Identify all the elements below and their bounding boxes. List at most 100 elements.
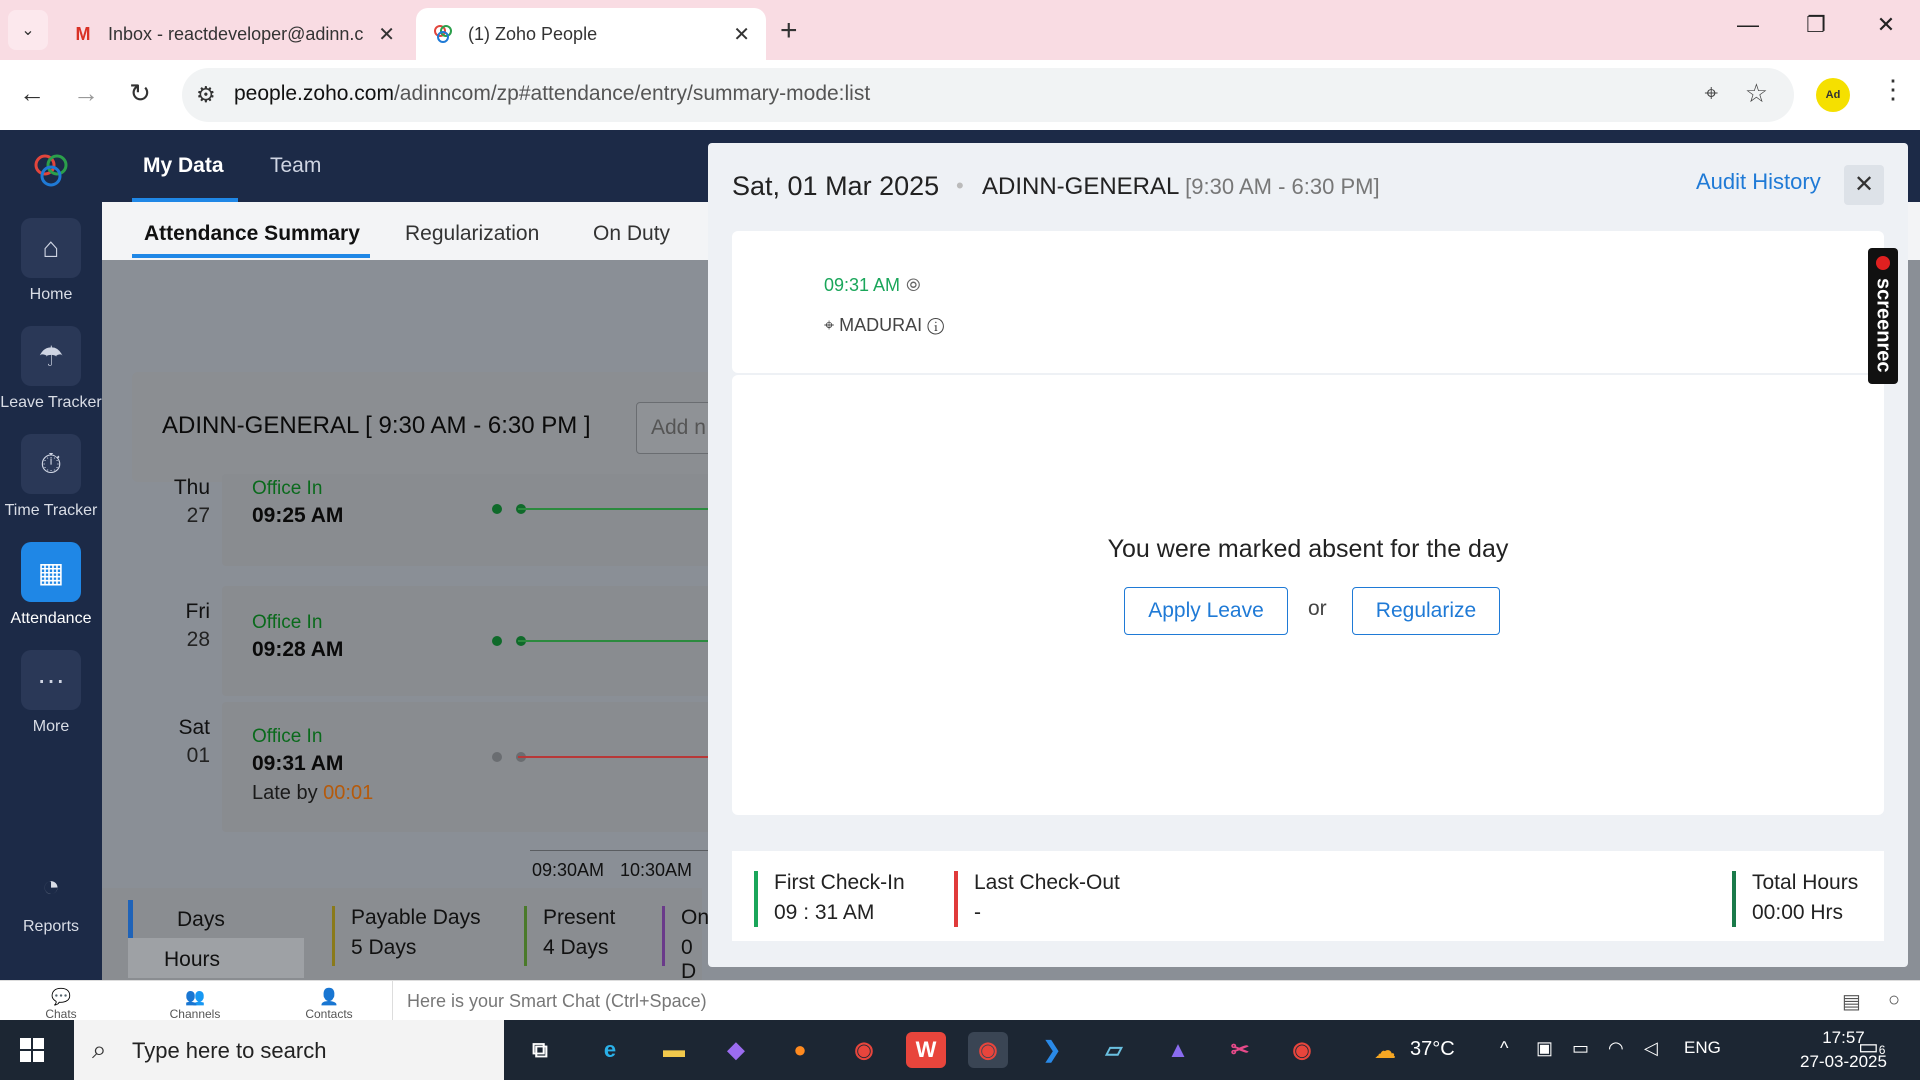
stopwatch-icon: ⏱ [21,434,81,494]
summary-value: 09 : 31 AM [774,901,875,924]
bookmark-star-icon[interactable]: ☆ [1745,78,1768,109]
status-label: Office In [252,478,323,499]
chrome-profile-icon[interactable]: ◉ [1282,1032,1322,1068]
summary-label: Total Hours [1752,871,1859,894]
nav-attendance[interactable]: ▦ Attendance [0,542,102,628]
chat-bubble-icon: 💬 [51,989,71,1006]
windows-start-icon[interactable] [20,1038,44,1062]
nav-home[interactable]: ⌂ Home [0,218,102,304]
forward-icon[interactable]: → [68,78,104,109]
minimize-icon[interactable]: — [1728,12,1768,38]
tab-gmail[interactable]: M Inbox - reactdeveloper@adinn.c ✕ [56,8,411,60]
vscode-icon[interactable]: ❯ [1032,1032,1072,1068]
restore-icon[interactable]: ❐ [1796,12,1836,38]
edge-icon[interactable]: e [590,1032,630,1068]
tab-title: (1) Zoho People [468,23,598,44]
zoho-logo-icon[interactable] [30,150,72,192]
smart-chat-input[interactable]: Here is your Smart Chat (Ctrl+Space) [392,981,1832,1021]
regularize-button[interactable]: Regularize [1352,587,1500,635]
location-icon[interactable]: ⌖ [1704,80,1718,108]
info-icon[interactable]: ⓘ [927,315,944,335]
screenrec-widget[interactable]: screenrec [1868,248,1898,384]
tab-my-data[interactable]: My Data [143,154,224,178]
chat-list-icon[interactable]: ▤ [1842,989,1861,1014]
wifi-icon[interactable]: ◠ [1608,1038,1624,1059]
close-window-icon[interactable]: ✕ [1866,12,1906,38]
contacts-button[interactable]: 👤 Contacts [274,987,384,1021]
audit-history-link[interactable]: Audit History [1696,169,1821,195]
language-indicator[interactable]: ENG [1684,1038,1721,1058]
location-pin-icon: ⌖ [824,315,835,335]
summary-label: Last Check-Out [974,871,1120,894]
profile-avatar[interactable]: Ad [1816,78,1850,112]
subtab-attendance-summary[interactable]: Attendance Summary [144,222,360,246]
taskbar-search[interactable]: ⌕ Type here to search [74,1020,504,1080]
notepad-icon[interactable]: ▱ [1094,1032,1134,1068]
search-icon: ⌕ [92,1034,107,1064]
nav-leave-tracker[interactable]: ☂ Leave Tracker [0,326,102,412]
address-bar[interactable]: ⚙ people.zoho.com/adinncom/zp#attendance… [182,68,1794,122]
day-card[interactable]: Office In 09:25 AM [222,474,722,566]
wps-icon[interactable]: W [906,1032,946,1068]
nav-time-tracker[interactable]: ⏱ Time Tracker [0,434,102,520]
subtab-on-duty[interactable]: On Duty [593,222,670,246]
absence-card: You were marked absent for the day Apply… [732,375,1884,815]
weather-temp[interactable]: 37°C [1410,1038,1455,1061]
notification-center-icon[interactable]: ▭6 [1858,1034,1885,1060]
panel-summary: First Check-In 09 : 31 AM Last Check-Out… [732,851,1884,941]
chrome-active-icon[interactable]: ◉ [968,1032,1008,1068]
stat-value: 0 D [681,936,697,983]
photos-icon[interactable]: ▲ [1158,1032,1198,1068]
day-card[interactable]: Office In 09:28 AM [222,586,722,696]
meet-icon[interactable]: ▣ [1536,1038,1553,1059]
subtab-regularization[interactable]: Regularization [405,222,539,246]
zoho-icon [432,23,454,45]
day-name: Fri [185,600,211,623]
days-toggle[interactable]: Days [128,900,304,938]
nav-label: Home [29,286,73,303]
chrome-icon[interactable]: ◉ [844,1032,884,1068]
stat-value: 4 Days [543,936,609,959]
close-panel-button[interactable]: ✕ [1844,165,1884,205]
reload-icon[interactable]: ↻ [122,78,158,109]
firefox-icon[interactable]: ● [780,1032,820,1068]
snipping-tool-icon[interactable]: ✂ [1220,1032,1260,1068]
close-tab-icon[interactable]: ✕ [378,22,395,47]
task-view-icon[interactable]: ⧉ [520,1032,560,1068]
summary-value: - [974,901,981,924]
or-text: or [1308,597,1327,620]
search-icon[interactable]: ○ [1888,989,1900,1012]
hours-toggle[interactable]: Hours [128,938,304,978]
battery-icon[interactable]: ▭ [1572,1038,1589,1059]
timeline-dot [492,752,502,762]
day-card[interactable]: Office In 09:31 AM Late by 00:01 [222,702,722,832]
chats-button[interactable]: 💬 Chats [6,987,116,1021]
timeline-dot [492,636,502,646]
file-explorer-icon[interactable]: ▬ [654,1032,694,1068]
weather-icon[interactable]: ☁ [1374,1038,1396,1064]
close-tab-icon[interactable]: ✕ [733,22,750,47]
volume-icon[interactable]: ◁ [1644,1038,1658,1059]
summary-label: First Check-In [774,871,905,894]
summary-bar: Days Hours Payable Days 5 Days Present 4… [102,888,709,983]
channels-button[interactable]: 👥 Channels [140,987,250,1021]
nav-reports[interactable]: ◔ Reports [0,870,102,936]
nav-more[interactable]: ··· More [0,650,102,736]
nav-label: Leave Tracker [0,394,102,411]
copilot-icon[interactable]: ◆ [716,1032,756,1068]
tab-search-button[interactable]: ⌄ [8,10,48,50]
stat-label: Payable Days [351,906,481,929]
url-text[interactable]: people.zoho.com/adinncom/zp#attendance/e… [234,82,870,106]
tray-expand-icon[interactable]: ^ [1500,1038,1508,1059]
calendar-icon: ▦ [21,542,81,602]
site-info-icon[interactable]: ⚙ [196,82,216,108]
browser-toolbar: ← → ↻ ⚙ people.zoho.com/adinncom/zp#atte… [0,60,1920,130]
apply-leave-button[interactable]: Apply Leave [1124,587,1288,635]
back-icon[interactable]: ← [14,78,50,109]
tab-team[interactable]: Team [270,154,321,178]
browser-menu-icon[interactable]: ⋮ [1880,74,1906,105]
left-nav: ⌂ Home ☂ Leave Tracker ⏱ Time Tracker ▦ … [0,130,102,980]
tab-zoho-people[interactable]: (1) Zoho People ✕ [416,8,766,60]
nav-label: More [32,718,70,735]
new-tab-button[interactable]: + [780,14,798,48]
